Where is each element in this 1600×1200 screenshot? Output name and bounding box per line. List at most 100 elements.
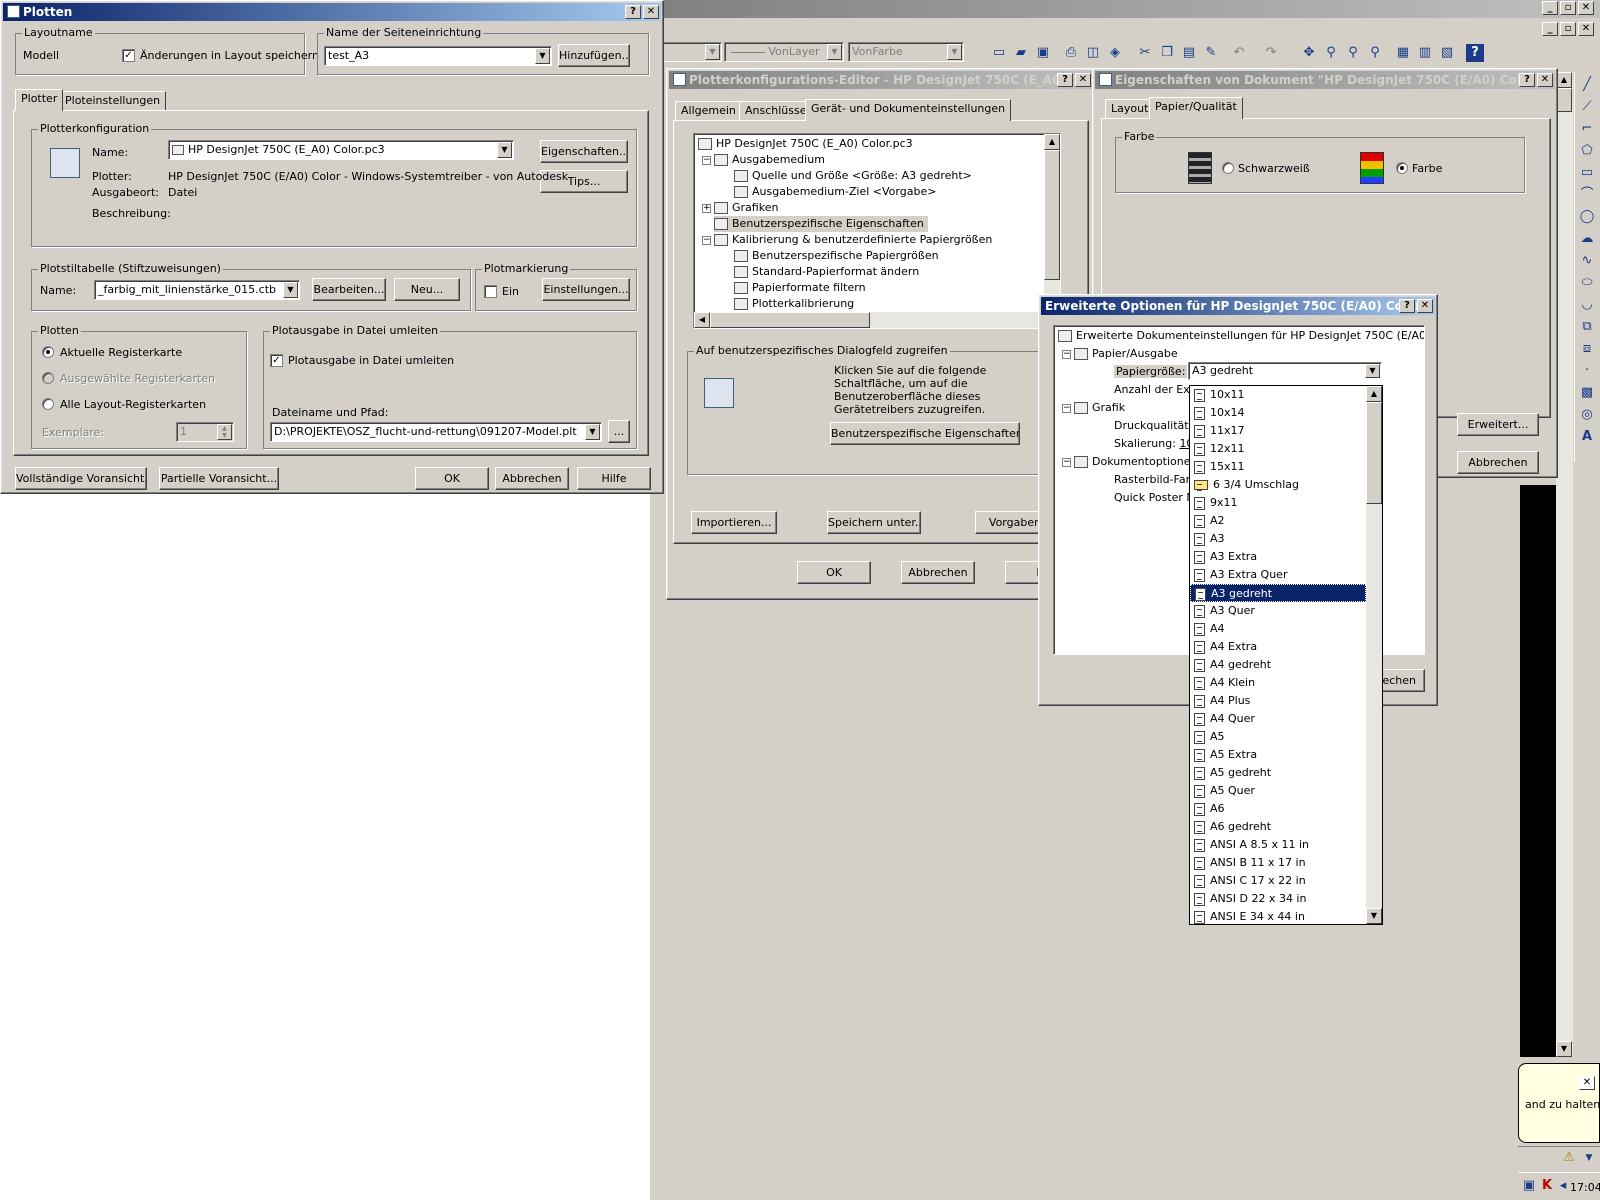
editor-cancel-button[interactable]: Abbrechen bbox=[901, 561, 975, 584]
collapse-icon[interactable]: − bbox=[702, 156, 711, 165]
browse-button[interactable]: ... bbox=[608, 420, 630, 443]
plot-close-button[interactable]: ✕ bbox=[643, 5, 659, 19]
editor-ok-button[interactable]: OK bbox=[797, 561, 871, 584]
paste-icon[interactable]: ▤ bbox=[1180, 44, 1198, 62]
point-icon[interactable]: · bbox=[1578, 362, 1596, 380]
paper-size-option[interactable]: ANSI D 22 x 34 in bbox=[1190, 890, 1366, 908]
paper-size-option[interactable]: A3 gedreht bbox=[1190, 584, 1366, 602]
tree-custom-sizes[interactable]: Benutzerspezifische Papiergrößen bbox=[734, 248, 939, 264]
tree-media[interactable]: Ausgabemedium bbox=[714, 152, 825, 168]
adv-copies-row[interactable]: Anzahl der Exe bbox=[1114, 382, 1196, 398]
paper-size-option[interactable]: A6 gedreht bbox=[1190, 818, 1366, 836]
paper-size-dropdown-list[interactable]: 10x11 10x14 11x17 12x11 15x11 6 3/4 Umschlag 9… bbox=[1189, 385, 1383, 925]
tree-std-paper[interactable]: Standard-Papierformat ändern bbox=[734, 264, 919, 280]
scroll-up-icon[interactable]: ▲ bbox=[1044, 134, 1060, 150]
collapse-icon[interactable]: − bbox=[1062, 350, 1071, 359]
scroll-thumb[interactable] bbox=[1556, 88, 1572, 112]
adv-paper-size-row[interactable]: Papiergröße: bbox=[1114, 364, 1188, 380]
paper-size-option[interactable]: ANSI A 8.5 x 11 in bbox=[1190, 836, 1366, 854]
paper-size-option[interactable]: A4 Quer bbox=[1190, 710, 1366, 728]
tree-custom-properties[interactable]: Benutzerspezifische Eigenschaften bbox=[714, 216, 928, 232]
collapse-icon[interactable]: − bbox=[1062, 458, 1071, 467]
doc-properties-cancel-button[interactable]: Abbrechen bbox=[1457, 451, 1539, 474]
paper-size-option[interactable]: A4 bbox=[1190, 620, 1366, 638]
scroll-down-icon[interactable]: ▼ bbox=[1366, 908, 1382, 924]
paper-size-option[interactable]: 11x17 bbox=[1190, 422, 1366, 440]
paper-size-option[interactable]: A4 gedreht bbox=[1190, 656, 1366, 674]
tab-papier-qualitaet[interactable]: Papier/Qualität bbox=[1149, 97, 1243, 119]
pan-icon[interactable]: ✥ bbox=[1300, 44, 1318, 62]
paper-size-option[interactable]: A4 Plus bbox=[1190, 692, 1366, 710]
make-block-icon[interactable]: ⧈ bbox=[1578, 340, 1596, 358]
print-icon[interactable]: ⎙ bbox=[1062, 44, 1080, 62]
color-radio[interactable] bbox=[1396, 162, 1408, 174]
page-setup-combo[interactable]: test_A3 ▼ bbox=[324, 46, 552, 66]
add-page-setup-button[interactable]: Hinzufügen... bbox=[558, 44, 630, 67]
adv-scaling-row[interactable]: Skalierung: 100 bbox=[1114, 436, 1200, 452]
open-file-icon[interactable]: ▰ bbox=[1012, 44, 1030, 62]
status-expand-icon[interactable]: ▼ bbox=[1580, 1149, 1598, 1167]
paper-size-option[interactable]: A3 bbox=[1190, 530, 1366, 548]
spline-icon[interactable]: ∿ bbox=[1578, 252, 1596, 270]
design-center-icon[interactable]: ▥ bbox=[1416, 44, 1434, 62]
match-properties-icon[interactable]: ✎ bbox=[1202, 44, 1220, 62]
paper-list-scrollbar[interactable]: ▲ ▼ bbox=[1366, 386, 1382, 924]
adv-print-quality-row[interactable]: Druckqualität: I bbox=[1114, 418, 1199, 434]
adv-tree-doc-options[interactable]: Dokumentoptionen bbox=[1074, 454, 1198, 470]
cad-restore-button[interactable]: ▫ bbox=[1560, 1, 1576, 15]
bw-radio[interactable] bbox=[1222, 162, 1234, 174]
new-file-icon[interactable]: ▭ bbox=[990, 44, 1008, 62]
cad-minimize-button[interactable]: _ bbox=[1542, 1, 1558, 15]
file-path-combo[interactable]: D:\PROJEKTE\OSZ_flucht-und-rettung\09120… bbox=[270, 422, 602, 442]
advanced-options-help-button[interactable]: ? bbox=[1399, 299, 1415, 313]
tab-ploteinstellungen[interactable]: Ploteinstellungen bbox=[59, 91, 167, 111]
cad-linetype-combo[interactable]: VonLayer ▼ bbox=[724, 42, 844, 62]
tree-graphics[interactable]: Grafiken bbox=[714, 200, 778, 216]
plot-ok-button[interactable]: OK bbox=[415, 467, 489, 490]
cad-layer-combo[interactable]: ▼ bbox=[662, 42, 722, 62]
advanced-options-close-button[interactable]: ✕ bbox=[1417, 299, 1433, 313]
collapse-icon[interactable]: − bbox=[702, 236, 711, 245]
save-changes-checkbox[interactable]: ✓ bbox=[122, 49, 135, 62]
paper-size-option[interactable]: ANSI E 34 x 44 in bbox=[1190, 908, 1366, 924]
redo-icon[interactable]: ↷ bbox=[1262, 44, 1280, 62]
polygon-icon[interactable]: ⬠ bbox=[1578, 142, 1596, 160]
properties-icon[interactable]: ▦ bbox=[1394, 44, 1412, 62]
collapse-icon[interactable]: − bbox=[1062, 404, 1071, 413]
zoom-window-icon[interactable]: ⚲ bbox=[1344, 44, 1362, 62]
save-as-button[interactable]: Speichern unter... bbox=[827, 511, 921, 534]
warning-icon[interactable]: ⚠ bbox=[1560, 1149, 1578, 1167]
ellipse-arc-icon[interactable]: ◡ bbox=[1578, 296, 1596, 314]
cad-doc-restore-button[interactable]: ▫ bbox=[1560, 22, 1576, 36]
scroll-thumb[interactable] bbox=[1044, 150, 1060, 280]
partial-preview-button[interactable]: Partielle Voransicht... bbox=[159, 467, 279, 490]
paper-size-option[interactable]: 10x11 bbox=[1190, 386, 1366, 404]
cad-color-combo[interactable]: VonFarbe ▼ bbox=[848, 42, 964, 62]
plotter-name-combo[interactable]: HP DesignJet 750C (E_A0) Color.pc3 ▼ bbox=[168, 140, 514, 160]
plot-to-file-checkbox[interactable]: ✓ bbox=[270, 354, 283, 367]
adv-paper-size-combo[interactable]: A3 gedreht ▼ bbox=[1188, 362, 1382, 380]
plot-cancel-button[interactable]: Abbrechen bbox=[495, 467, 569, 490]
adv-tree-root[interactable]: Erweiterte Dokumenteinstellungen für HP … bbox=[1058, 328, 1424, 344]
tab-allgemein[interactable]: Allgemein bbox=[675, 101, 742, 121]
tree-filter-paper[interactable]: Papierformate filtern bbox=[734, 280, 866, 296]
scroll-down-icon[interactable]: ▼ bbox=[1556, 1041, 1572, 1057]
paper-size-option[interactable]: A4 Klein bbox=[1190, 674, 1366, 692]
paper-size-option[interactable]: A3 Extra Quer bbox=[1190, 566, 1366, 584]
rectangle-icon[interactable]: ▭ bbox=[1578, 164, 1596, 182]
paper-size-option[interactable]: A5 bbox=[1190, 728, 1366, 746]
paper-size-option[interactable]: A4 Extra bbox=[1190, 638, 1366, 656]
scroll-up-icon[interactable]: ▲ bbox=[1556, 72, 1572, 88]
plot-stamp-checkbox[interactable] bbox=[484, 285, 497, 298]
chevron-down-icon[interactable]: ▼ bbox=[497, 142, 512, 158]
tab-layout[interactable]: Layout bbox=[1105, 99, 1155, 119]
scroll-left-icon[interactable]: ◀ bbox=[694, 312, 710, 328]
polyline-icon[interactable]: ⌐ bbox=[1578, 120, 1596, 138]
cut-icon[interactable]: ✂ bbox=[1136, 44, 1154, 62]
paper-size-option[interactable]: A5 gedreht bbox=[1190, 764, 1366, 782]
tree-plotter-calibration[interactable]: Plotterkalibrierung bbox=[734, 296, 854, 312]
device-settings-tree[interactable]: HP DesignJet 750C (E_A0) Color.pc3 − Aus… bbox=[693, 133, 1061, 329]
ellipse-icon[interactable]: ⬭ bbox=[1578, 274, 1596, 292]
line-icon[interactable]: ╱ bbox=[1578, 76, 1596, 94]
zoom-realtime-icon[interactable]: ⚲ bbox=[1322, 44, 1340, 62]
